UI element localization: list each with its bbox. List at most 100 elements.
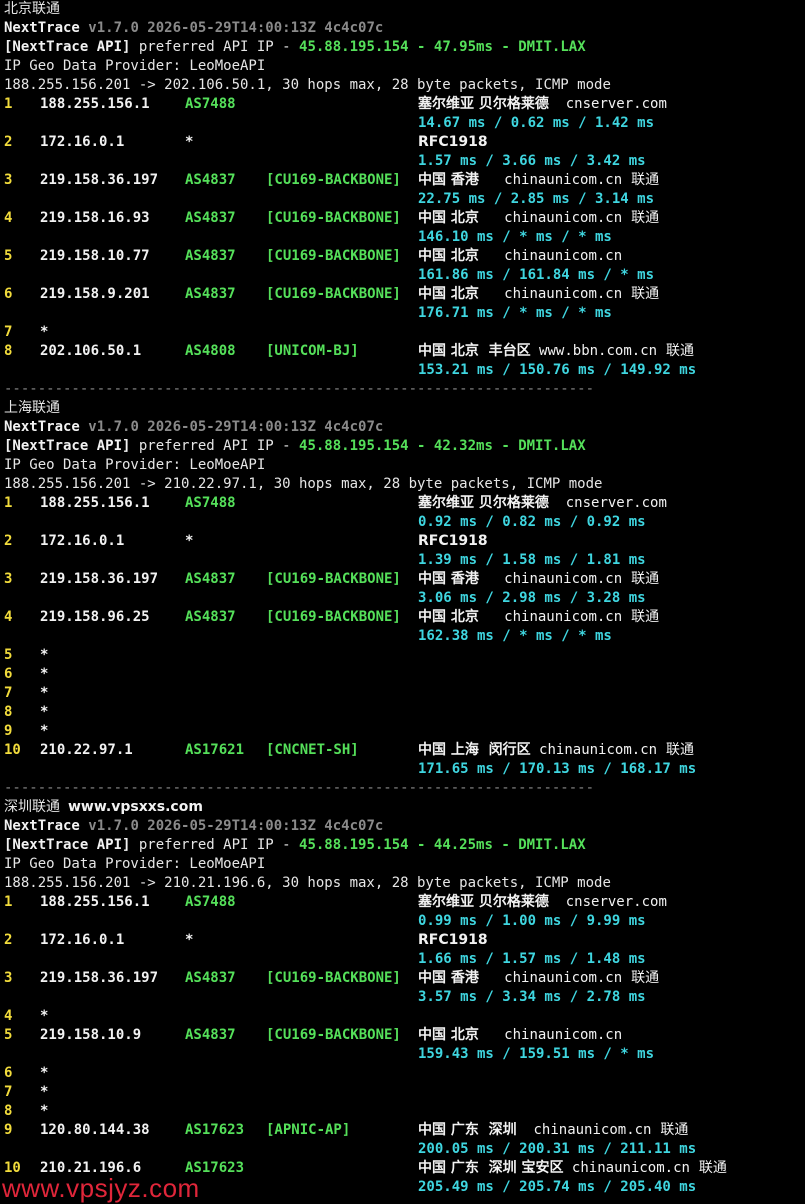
hop-ip: * xyxy=(40,1008,49,1024)
hop-number: 3 xyxy=(4,571,13,587)
hop-number: 6 xyxy=(4,1065,13,1081)
hop-ip: * xyxy=(40,647,49,663)
hop-tag: [CU169-BACKBONE] xyxy=(266,210,401,226)
separator-line: ----------------------------------------… xyxy=(4,779,805,798)
hop-geo: 塞尔维亚 贝尔格莱德 xyxy=(418,96,549,112)
hop-location: 中国 香港 chinaunicom.cn 联通 xyxy=(418,171,659,190)
route-line: 188.255.156.201 -> 202.106.50.1, 30 hops… xyxy=(4,76,805,95)
hop-number: 4 xyxy=(4,210,13,226)
hop-rtt: 159.43 ms / 159.51 ms / * ms xyxy=(418,1046,655,1062)
hop-location: 中国 北京 chinaunicom.cn 联通 xyxy=(418,209,659,228)
hop-ip: 188.255.156.1 xyxy=(40,894,150,910)
hop-rtt-row: 3.57 ms / 3.34 ms / 2.78 ms xyxy=(4,988,805,1007)
hop-rtt: 3.57 ms / 3.34 ms / 2.78 ms xyxy=(418,989,646,1005)
hop-tag: [CU169-BACKBONE] xyxy=(266,286,401,302)
app-name: NextTrace xyxy=(4,818,80,834)
section-title: 北京联通 xyxy=(4,1,60,17)
hop-ip: 219.158.36.197 xyxy=(40,571,159,587)
hop-number: 7 xyxy=(4,685,13,701)
hop-rtt: 161.86 ms / 161.84 ms / * ms xyxy=(418,267,655,283)
route-line: 188.255.156.201 -> 210.21.196.6, 30 hops… xyxy=(4,874,805,893)
hop-asn: AS4808 xyxy=(185,343,236,359)
api-text: preferred API IP - xyxy=(130,438,300,454)
hop-number: 1 xyxy=(4,894,13,910)
hop-rtt-row: 1.39 ms / 1.58 ms / 1.81 ms xyxy=(4,551,805,570)
hop-row: 2 172.16.0.1 * RFC1918 xyxy=(4,133,805,152)
app-name: NextTrace xyxy=(4,20,80,36)
hop-number: 1 xyxy=(4,495,13,511)
hop-host: chinaunicom.cn xyxy=(478,571,623,587)
api-line: [NextTrace API] preferred API IP - 45.88… xyxy=(4,437,805,456)
hop-location: 塞尔维亚 贝尔格莱德 cnserver.com xyxy=(418,494,667,513)
hop-row: 9 120.80.144.38 AS17623 [APNIC-AP] 中国 广东 深圳 … xyxy=(4,1121,805,1140)
hop-ip: 219.158.9.201 xyxy=(40,286,150,302)
hop-row: 7 * xyxy=(4,684,805,703)
hop-rtt-row: 161.86 ms / 161.84 ms / * ms xyxy=(4,266,805,285)
hop-rtt: 0.99 ms / 1.00 ms / 9.99 ms xyxy=(418,913,646,929)
hop-number: 4 xyxy=(4,1008,13,1024)
hop-row: 2 172.16.0.1 * RFC1918 xyxy=(4,532,805,551)
hop-asn: AS7488 xyxy=(185,495,236,511)
hop-isp: 联通 xyxy=(622,970,660,986)
hop-number: 6 xyxy=(4,666,13,682)
api-label: [NextTrace API] xyxy=(4,39,131,55)
hop-geo: 中国 北京 xyxy=(418,609,479,625)
hop-row: 5 219.158.10.77 AS4837 [CU169-BACKBONE] 中国 北… xyxy=(4,247,805,266)
api-latency: 47.95ms xyxy=(433,39,493,55)
hop-ip: 219.158.96.25 xyxy=(40,609,150,625)
api-dash: - xyxy=(492,438,519,454)
hop-rtt-row: 22.75 ms / 2.85 ms / 3.14 ms xyxy=(4,190,805,209)
api-label: [NextTrace API] xyxy=(4,438,131,454)
hop-number: 3 xyxy=(4,970,13,986)
hop-row: 5 219.158.10.9 AS4837 [CU169-BACKBONE] 中国 北京… xyxy=(4,1026,805,1045)
hop-asn: AS4837 xyxy=(185,970,236,986)
hop-host: chinaunicom.cn xyxy=(563,1160,690,1176)
hop-host: cnserver.com xyxy=(548,894,667,910)
hop-location: 中国 香港 chinaunicom.cn 联通 xyxy=(418,969,659,988)
hop-rtt-row: 159.43 ms / 159.51 ms / * ms xyxy=(4,1045,805,1064)
hop-tag: [CU169-BACKBONE] xyxy=(266,1027,401,1043)
hop-row: 6 * xyxy=(4,1064,805,1083)
hop-asn: AS4837 xyxy=(185,248,236,264)
hop-asn: AS17623 xyxy=(185,1122,245,1138)
hop-host: chinaunicom.cn xyxy=(478,609,623,625)
hop-geo: RFC1918 xyxy=(418,134,488,150)
hop-location: 中国 上海 闵行区 chinaunicom.cn 联通 xyxy=(418,741,694,760)
hop-rtt: 1.66 ms / 1.57 ms / 1.48 ms xyxy=(418,951,646,967)
hop-rtt-row: 146.10 ms / * ms / * ms xyxy=(4,228,805,247)
hop-asn: AS4837 xyxy=(185,609,236,625)
api-line: [NextTrace API] preferred API IP - 45.88… xyxy=(4,38,805,57)
hop-isp: 联通 xyxy=(651,1122,689,1138)
api-latency: 42.32ms xyxy=(433,438,493,454)
hop-number: 10 xyxy=(4,742,21,758)
hop-tag: [CU169-BACKBONE] xyxy=(266,571,401,587)
hop-ip: 219.158.10.9 xyxy=(40,1027,142,1043)
hop-row: 8 * xyxy=(4,1102,805,1121)
api-node: DMIT.LAX xyxy=(518,837,586,853)
hop-number: 4 xyxy=(4,609,13,625)
hop-rtt: 1.39 ms / 1.58 ms / 1.81 ms xyxy=(418,552,646,568)
hop-asn: AS4837 xyxy=(185,1027,236,1043)
geo-provider-line: IP Geo Data Provider: LeoMoeAPI xyxy=(4,855,805,874)
hop-rtt-row: 171.65 ms / 170.13 ms / 168.17 ms xyxy=(4,760,805,779)
hop-rtt: 162.38 ms / * ms / * ms xyxy=(418,628,612,644)
watermark-text: www.vpsjyz.com xyxy=(2,1173,200,1203)
hop-ip: 172.16.0.1 xyxy=(40,134,125,150)
hop-location: 中国 香港 chinaunicom.cn 联通 xyxy=(418,570,659,589)
hop-tag: [UNICOM-BJ] xyxy=(266,343,359,359)
hop-rtt: 3.06 ms / 2.98 ms / 3.28 ms xyxy=(418,590,646,606)
hop-number: 2 xyxy=(4,533,13,549)
hop-ip: 210.22.97.1 xyxy=(40,742,133,758)
api-node: DMIT.LAX xyxy=(518,39,586,55)
hop-isp: 联通 xyxy=(622,286,660,302)
hop-location: 塞尔维亚 贝尔格莱德 cnserver.com xyxy=(418,893,667,912)
hop-ip: * xyxy=(40,666,49,682)
hop-number: 8 xyxy=(4,704,13,720)
hop-geo: 塞尔维亚 贝尔格莱德 xyxy=(418,495,549,511)
hop-location: RFC1918 xyxy=(418,931,488,950)
hop-isp: 联通 xyxy=(622,571,660,587)
hop-rtt-row: 153.21 ms / 150.76 ms / 149.92 ms xyxy=(4,361,805,380)
hop-rtt-row: 1.57 ms / 3.66 ms / 3.42 ms xyxy=(4,152,805,171)
hop-isp: 联通 xyxy=(657,343,694,359)
hop-row: 9 * xyxy=(4,722,805,741)
